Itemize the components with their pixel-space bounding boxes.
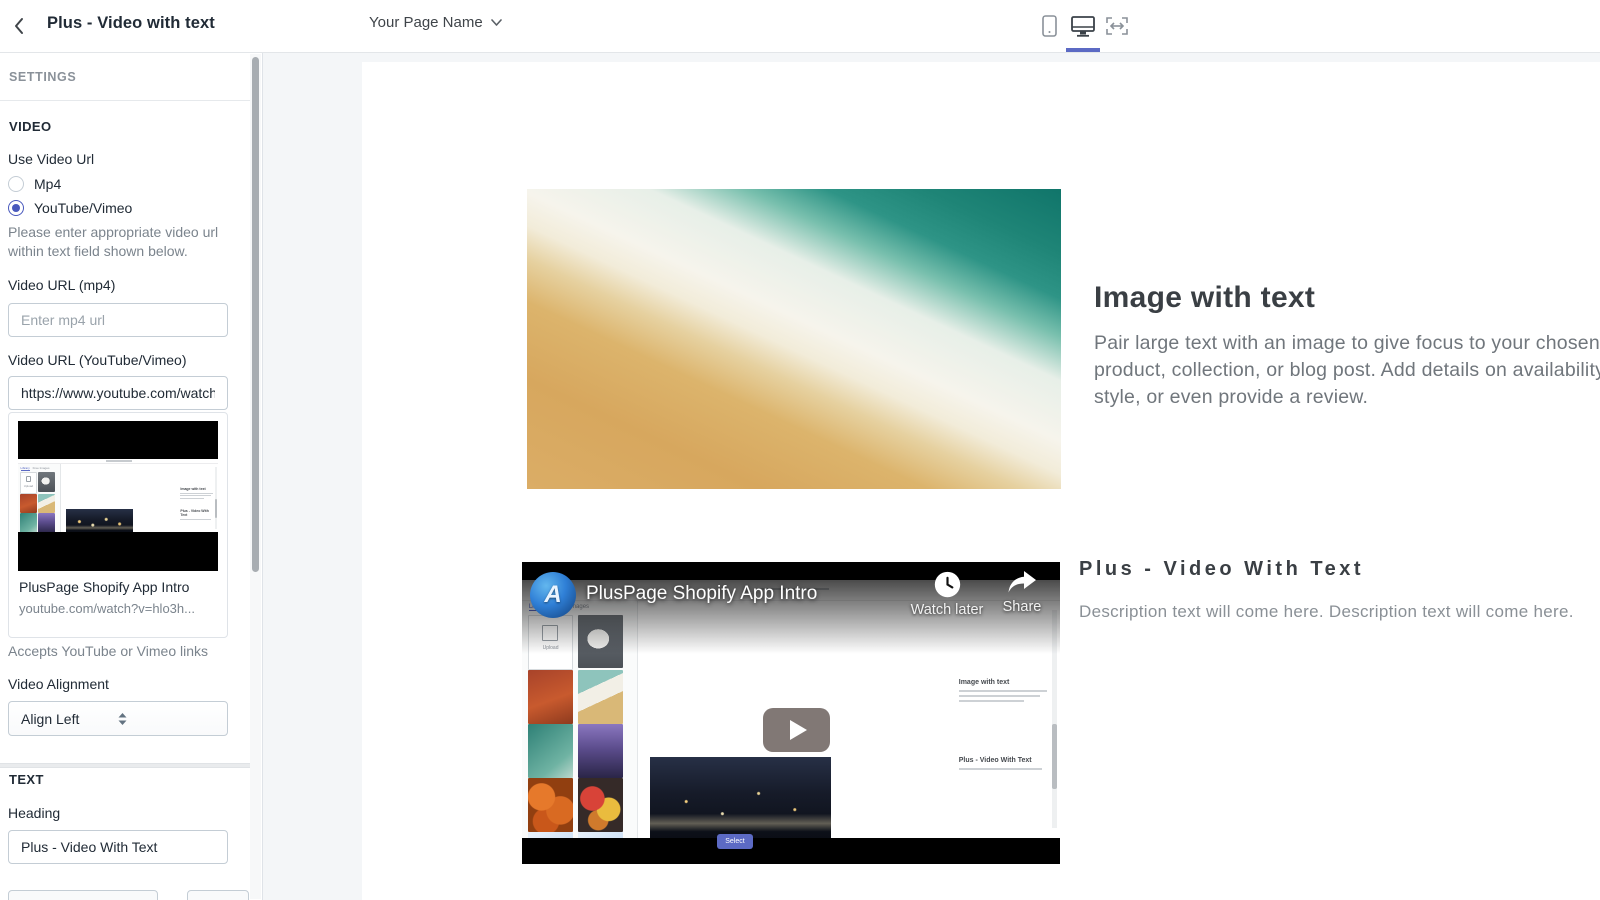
channel-avatar[interactable]: A	[530, 572, 576, 618]
video-preview-card: LibraryFree Images Upload A	[8, 412, 228, 638]
fullwidth-preview-button[interactable]	[1100, 0, 1134, 52]
pluspage-editor: Plus - Video with text Your Page Name	[0, 0, 1600, 900]
radio-mp4-label: Mp4	[34, 176, 61, 192]
watch-later-button[interactable]: Watch later	[902, 570, 992, 618]
clock-icon	[933, 570, 962, 599]
video-alignment-value: Align Left	[21, 711, 118, 727]
back-button[interactable]	[0, 0, 38, 52]
video-thumbnail[interactable]: LibraryFree Images Upload A	[18, 421, 218, 571]
radio-youtube-circle[interactable]	[8, 200, 24, 216]
fullwidth-icon	[1106, 17, 1128, 35]
mp4-url-input[interactable]	[8, 303, 228, 337]
youtube-url-label: Video URL (YouTube/Vimeo)	[8, 352, 186, 368]
chevron-left-icon	[13, 17, 25, 35]
inner-select-button: Select	[717, 834, 753, 849]
radio-mp4-circle[interactable]	[8, 176, 24, 192]
beach-wave-image	[527, 189, 1061, 489]
player-video-title[interactable]: PlusPage Shopify App Intro	[586, 583, 817, 605]
avatar-letter: A	[544, 581, 561, 609]
heading-input[interactable]	[8, 830, 228, 864]
clipped-control-left[interactable]	[8, 890, 158, 900]
video-alignment-select[interactable]: Align Left	[8, 701, 228, 736]
mobile-preview-button[interactable]	[1032, 0, 1066, 52]
page-canvas: Image with text Pair large text with an …	[362, 62, 1600, 900]
youtube-player[interactable]: LibraryFree Images Upload A	[522, 562, 1060, 864]
image-with-text-heading: Image with text	[1094, 281, 1315, 315]
section-divider	[0, 763, 250, 768]
image-with-text-body: Pair large text with an image to give fo…	[1094, 330, 1600, 411]
active-device-indicator	[1066, 48, 1100, 52]
panel-title: Plus - Video with text	[47, 14, 215, 33]
chevron-down-icon	[491, 19, 502, 26]
select-stepper-icon	[118, 713, 215, 725]
desktop-icon	[1071, 16, 1095, 37]
share-label: Share	[1003, 599, 1042, 615]
video-url-help-text: Please enter appropriate video url withi…	[8, 223, 230, 261]
preview-area: Image with text Pair large text with an …	[263, 53, 1600, 900]
heading-label: Heading	[8, 805, 60, 821]
sidebar-scrollbar-thumb[interactable]	[252, 57, 259, 572]
accepts-links-text: Accepts YouTube or Vimeo links	[8, 642, 230, 661]
radio-youtube-vimeo[interactable]: YouTube/Vimeo	[8, 200, 132, 216]
radio-mp4[interactable]: Mp4	[8, 176, 61, 192]
watch-later-label: Watch later	[911, 602, 984, 618]
mobile-icon	[1042, 15, 1057, 37]
text-section-title: TEXT	[9, 772, 44, 787]
video-section-title: VIDEO	[9, 119, 51, 134]
video-alignment-label: Video Alignment	[8, 676, 109, 692]
page-name-label: Your Page Name	[369, 14, 483, 31]
desktop-preview-button[interactable]	[1066, 0, 1100, 52]
share-arrow-icon	[1007, 570, 1037, 596]
video-link[interactable]: youtube.com/watch?v=hlo3h...	[19, 601, 195, 616]
mp4-url-label: Video URL (mp4)	[8, 277, 115, 293]
top-bar: Plus - Video with text Your Page Name	[0, 0, 1600, 53]
device-preview-switch	[1032, 0, 1134, 52]
play-button[interactable]	[763, 708, 830, 752]
settings-sidebar: SETTINGS VIDEO Use Video Url Mp4 YouTube…	[0, 53, 263, 900]
play-icon	[790, 720, 807, 740]
settings-header: SETTINGS	[0, 53, 250, 101]
radio-youtube-label: YouTube/Vimeo	[34, 200, 132, 216]
youtube-url-input[interactable]	[8, 376, 228, 410]
app-screenshot-mini: LibraryFree Images Upload A	[18, 459, 218, 533]
video-with-text-body: Description text will come here. Descrip…	[1079, 602, 1600, 622]
settings-label: SETTINGS	[9, 70, 76, 84]
video-title: PlusPage Shopify App Intro	[19, 579, 189, 595]
page-name-dropdown[interactable]: Your Page Name	[369, 14, 502, 31]
clipped-control-right[interactable]	[187, 890, 249, 900]
letterbox-bar	[522, 838, 1060, 864]
video-with-text-heading: Plus - Video With Text	[1079, 558, 1364, 581]
use-video-url-label: Use Video Url	[8, 151, 94, 167]
share-button[interactable]: Share	[992, 570, 1052, 615]
